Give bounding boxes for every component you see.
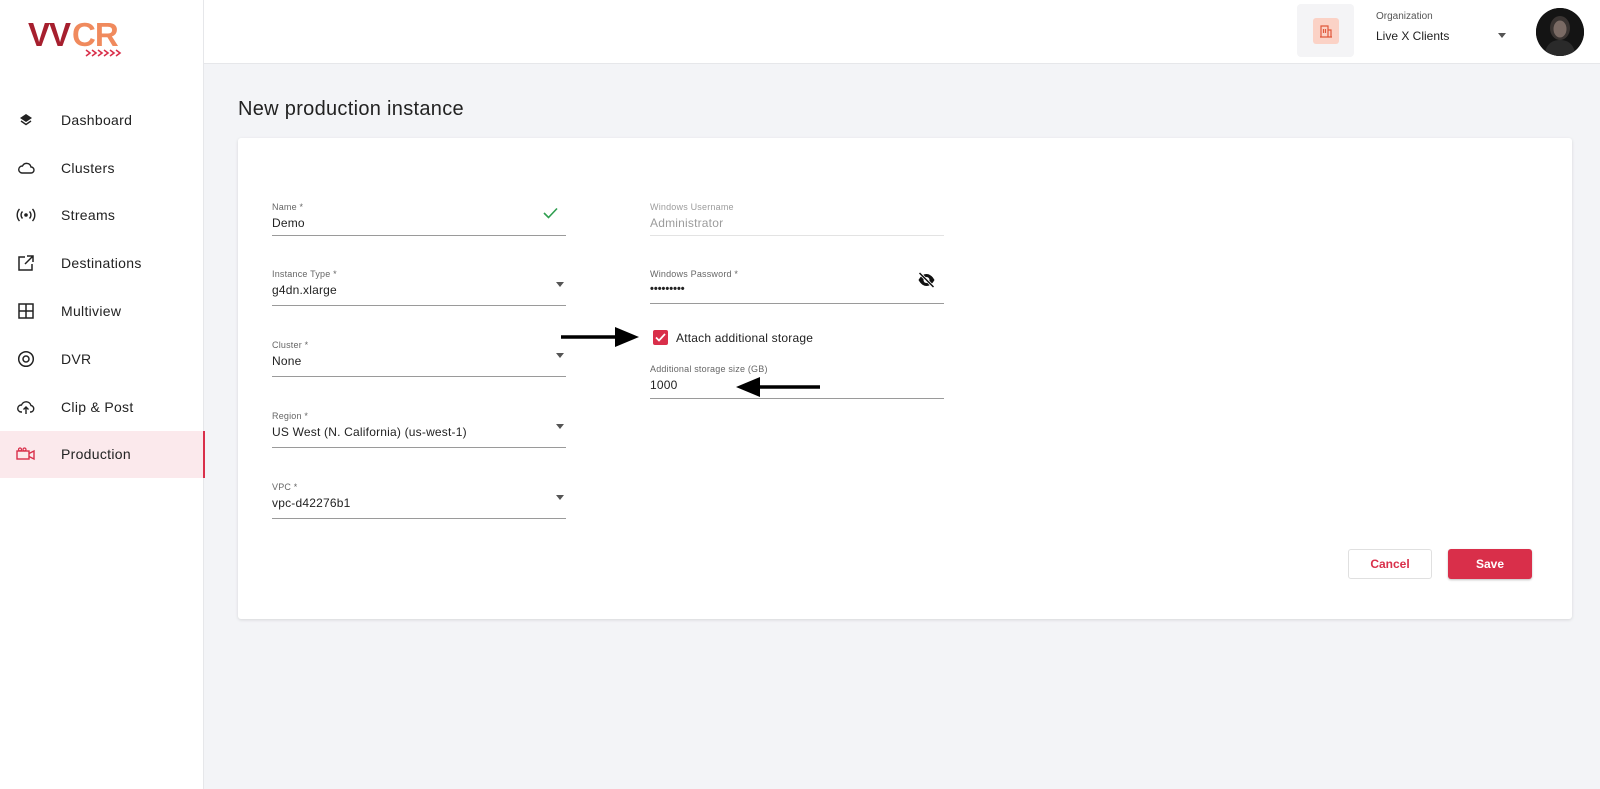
region-select[interactable]: Region * US West (N. California) (us-wes… [272, 411, 566, 449]
chevron-down-icon[interactable] [556, 282, 564, 287]
broadcast-icon [16, 205, 36, 225]
chevron-down-icon[interactable] [556, 495, 564, 500]
attach-storage-checkbox[interactable] [653, 330, 668, 345]
sidebar-item-label: DVR [61, 350, 92, 367]
sidebar: VV CR Dashboard Clusters Streams Destina… [0, 0, 205, 789]
sidebar-item-dvr[interactable]: DVR [0, 335, 204, 383]
top-bar: Organization Live X Clients [204, 0, 1600, 64]
chevron-down-icon[interactable] [556, 353, 564, 358]
cluster-underline [272, 376, 566, 377]
sidebar-nav: Dashboard Clusters Streams Destinations … [0, 96, 205, 479]
vpc-label: VPC * [272, 482, 298, 492]
name-field-label: Name * [272, 202, 304, 212]
vpc-value: vpc-d42276b1 [272, 496, 351, 510]
region-underline [272, 447, 566, 448]
checkmark-icon [655, 333, 666, 342]
windows-username-value: Administrator [650, 216, 724, 230]
eye-off-icon[interactable] [917, 272, 936, 288]
windows-password-value[interactable]: ••••••••• [650, 283, 944, 295]
name-field[interactable]: Name * Demo [272, 202, 566, 237]
sidebar-item-clip-post[interactable]: Clip & Post [0, 383, 204, 431]
instance-type-label: Instance Type * [272, 269, 337, 279]
cluster-select[interactable]: Cluster * None [272, 340, 566, 378]
sidebar-item-label: Dashboard [61, 111, 133, 128]
sidebar-item-label: Clusters [61, 159, 115, 176]
chevron-down-icon[interactable] [556, 424, 564, 429]
sidebar-item-label: Multiview [61, 303, 122, 320]
sidebar-item-production[interactable]: Production [0, 430, 205, 479]
name-field-value[interactable]: Demo [272, 216, 566, 230]
sidebar-item-streams[interactable]: Streams [0, 192, 204, 240]
region-value: US West (N. California) (us-west-1) [272, 425, 467, 439]
windows-username-field: Windows Username Administrator [650, 202, 944, 237]
name-field-underline [272, 235, 566, 236]
cloud-upload-icon [16, 397, 36, 417]
save-button[interactable]: Save [1448, 549, 1532, 579]
record-icon [16, 349, 36, 369]
sidebar-item-label: Production [61, 446, 131, 463]
avatar[interactable] [1536, 8, 1584, 56]
sidebar-item-label: Clip & Post [61, 398, 134, 415]
svg-text:CR: CR [72, 16, 119, 53]
storage-size-label: Additional storage size (GB) [650, 364, 768, 374]
instance-type-value: g4dn.xlarge [272, 283, 337, 297]
cancel-button[interactable]: Cancel [1348, 549, 1432, 579]
organization-select[interactable]: Live X Clients [1376, 29, 1449, 43]
sidebar-item-dashboard[interactable]: Dashboard [0, 96, 204, 144]
sidebar-item-label: Streams [61, 207, 116, 224]
page-title: New production instance [238, 98, 464, 120]
grid-icon [16, 301, 36, 321]
arrow-right-annotation [561, 327, 639, 347]
attach-storage-label: Attach additional storage [676, 330, 814, 345]
attach-storage-option[interactable]: Attach additional storage [653, 330, 813, 345]
organization-button[interactable] [1297, 4, 1354, 57]
windows-password-label: Windows Password * [650, 269, 739, 279]
building-icon [1312, 17, 1339, 44]
video-camera-icon [16, 444, 36, 464]
windows-username-label: Windows Username [650, 202, 734, 212]
vpc-select[interactable]: VPC * vpc-d42276b1 [272, 482, 566, 520]
windows-password-underline [650, 303, 944, 304]
instance-type-select[interactable]: Instance Type * g4dn.xlarge [272, 269, 566, 307]
cluster-label: Cluster * [272, 340, 309, 350]
organization-label: Organization [1376, 11, 1433, 22]
sidebar-item-label: Destinations [61, 255, 142, 272]
check-icon [543, 207, 558, 219]
vpc-underline [272, 518, 566, 519]
sidebar-item-clusters[interactable]: Clusters [0, 144, 204, 192]
cluster-value: None [272, 354, 302, 368]
instance-type-underline [272, 305, 566, 306]
vvcr-logo[interactable]: VV CR [28, 14, 128, 62]
region-label: Region * [272, 411, 309, 421]
chevron-down-icon[interactable] [1498, 33, 1506, 38]
arrow-left-annotation [736, 377, 820, 397]
svg-text:VV: VV [28, 16, 71, 53]
sidebar-item-multiview[interactable]: Multiview [0, 287, 204, 335]
layers-icon [16, 110, 36, 130]
external-link-icon [16, 253, 36, 273]
sidebar-item-destinations[interactable]: Destinations [0, 239, 204, 287]
windows-password-field[interactable]: Windows Password * ••••••••• [650, 269, 944, 305]
windows-username-underline [650, 235, 944, 236]
cloud-icon [16, 158, 36, 178]
